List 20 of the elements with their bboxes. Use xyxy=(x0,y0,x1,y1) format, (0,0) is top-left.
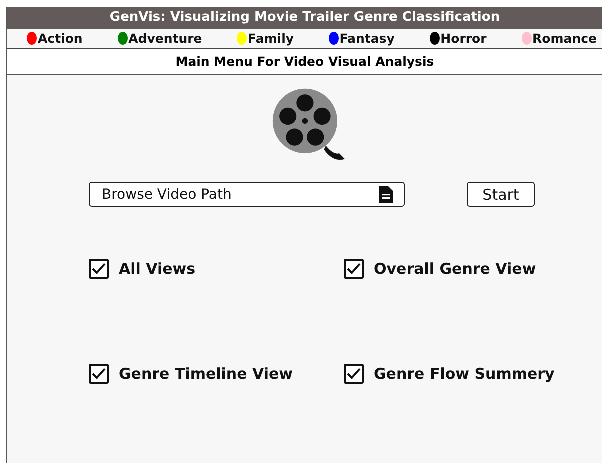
checkbox[interactable] xyxy=(89,259,109,279)
checkbox[interactable] xyxy=(344,259,364,279)
film-reel-icon xyxy=(271,87,347,163)
browse-field[interactable]: Browse Video Path xyxy=(89,182,405,207)
checkbox-label: All Views xyxy=(119,260,196,278)
checkbox-label: Genre Timeline View xyxy=(119,365,294,383)
legend-label: Action xyxy=(38,31,83,46)
checkbox-label: Genre Flow Summery xyxy=(374,365,555,383)
legend-label: Adventure xyxy=(128,31,202,46)
legend-label: Family xyxy=(248,31,294,46)
start-button[interactable]: Start xyxy=(467,182,535,207)
legend-label: Romance xyxy=(532,31,597,46)
checkbox[interactable] xyxy=(344,364,364,384)
checkbox[interactable] xyxy=(89,364,109,384)
window-title: GenVis: Visualizing Movie Trailer Genre Classification xyxy=(7,7,602,29)
document-icon xyxy=(379,186,393,203)
header-title: Main Menu For Video Visual Analysis xyxy=(176,54,434,69)
legend-label: Fantasy xyxy=(340,31,395,46)
legend-label: Horror xyxy=(440,31,487,46)
checkbox-label: Overall Genre View xyxy=(374,260,536,278)
